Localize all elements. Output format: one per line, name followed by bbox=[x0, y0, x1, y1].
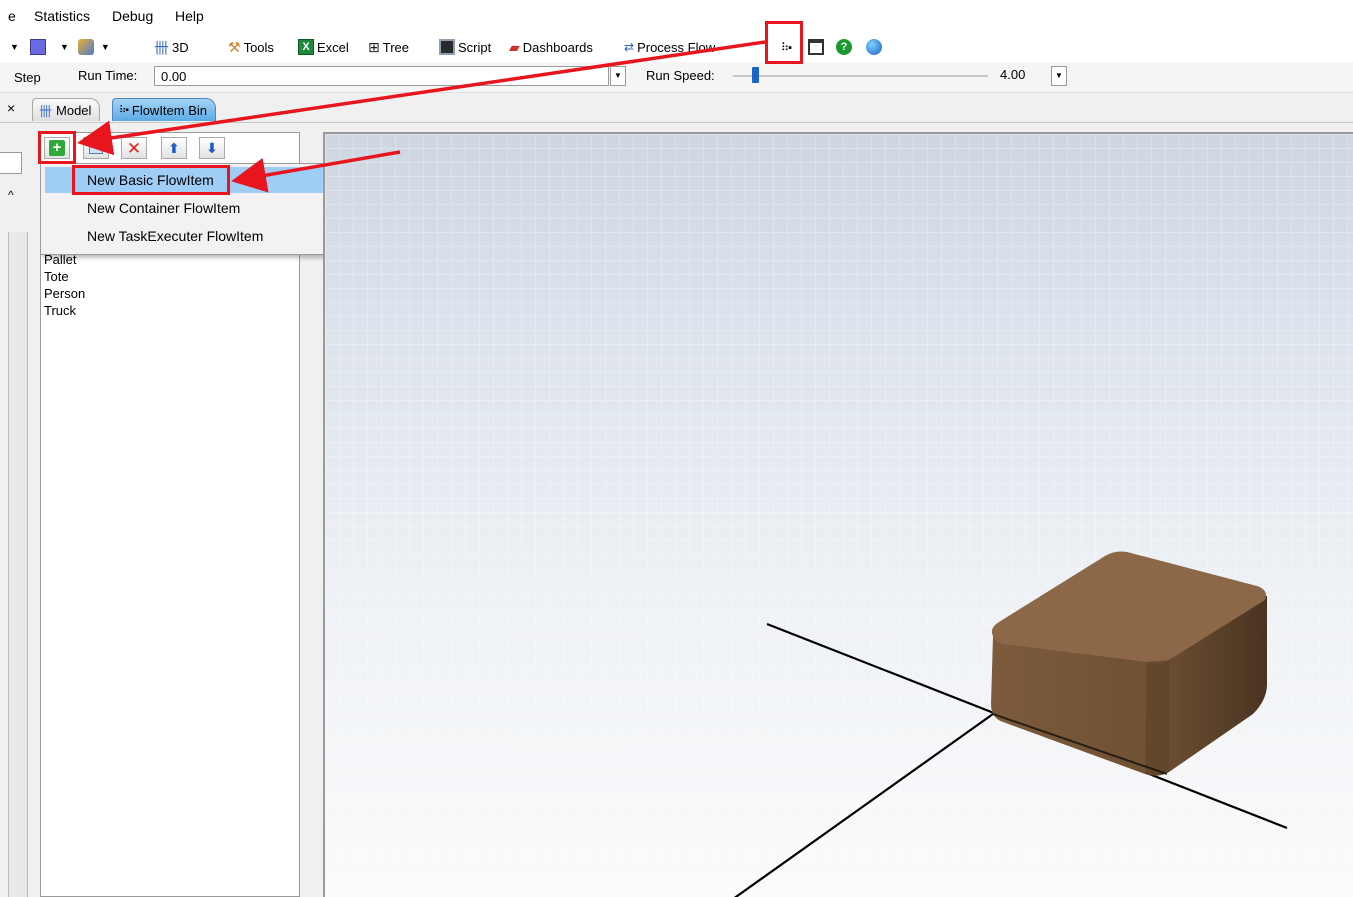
highlight-add-button bbox=[38, 131, 76, 164]
script-icon bbox=[439, 39, 455, 55]
view-icon bbox=[77, 39, 94, 55]
close-panel-icon[interactable]: × bbox=[7, 100, 15, 116]
tab-bar: × 卌 Model ⠷▪ FlowItem Bin bbox=[0, 94, 1353, 123]
tools-icon: ⚒ bbox=[228, 38, 241, 55]
color-square-icon bbox=[29, 39, 46, 55]
tab-model[interactable]: 卌 Model bbox=[32, 98, 101, 121]
run-speed-label: Run Speed: bbox=[646, 68, 715, 83]
menu-item-debug[interactable]: Debug bbox=[112, 8, 153, 24]
list-item[interactable]: Truck bbox=[44, 302, 76, 319]
highlight-flowitem-bin-button bbox=[765, 21, 803, 64]
menu-item-new-container-flowitem[interactable]: New Container FlowItem bbox=[45, 195, 344, 221]
btn-excel[interactable]: X Excel bbox=[298, 36, 349, 58]
dashboard-icon: ▰ bbox=[509, 38, 520, 55]
btn-3d[interactable]: 卌 3D bbox=[154, 36, 189, 58]
window-icon bbox=[808, 39, 824, 55]
chevron-down-icon: ▼ bbox=[60, 42, 69, 52]
grid-icon: 卌 bbox=[39, 103, 53, 119]
btn-help[interactable]: ? bbox=[836, 36, 852, 58]
tree-icon: ⊞ bbox=[368, 38, 380, 55]
move-down-button[interactable]: ⬇ bbox=[199, 137, 225, 159]
move-up-button[interactable]: ⬆ bbox=[161, 137, 187, 159]
run-time-label: Run Time: bbox=[78, 68, 138, 83]
flowitem-bin-icon: ⠷▪ bbox=[119, 104, 129, 116]
excel-icon: X bbox=[298, 39, 314, 55]
chevron-down-icon: ▼ bbox=[614, 71, 622, 80]
chevron-down-icon: ▼ bbox=[1055, 71, 1063, 80]
menu-item-statistics[interactable]: Statistics bbox=[34, 8, 90, 24]
viewport-scene bbox=[325, 134, 1353, 897]
arrow-down-icon: ⬇ bbox=[206, 139, 218, 156]
btn-script[interactable]: Script bbox=[439, 36, 491, 58]
main-toolbar: ▼ ▼ ▼ 卌 3D ⚒ Tools X Excel ⊞ Tree Script… bbox=[0, 32, 1353, 62]
tab-flowitem-bin[interactable]: ⠷▪ FlowItem Bin bbox=[112, 98, 217, 121]
highlight-new-basic-flowitem bbox=[72, 165, 230, 195]
btn-online[interactable] bbox=[866, 36, 882, 58]
dropdown-toggle-2[interactable]: ▼ ▼ bbox=[60, 36, 110, 58]
globe-icon bbox=[866, 39, 882, 55]
collapsed-field[interactable] bbox=[0, 152, 22, 174]
duplicate-flowitem-button[interactable] bbox=[83, 137, 109, 159]
dropdown-toggle-1[interactable]: ▼ bbox=[10, 36, 46, 58]
list-item[interactable]: Person bbox=[44, 285, 85, 302]
menu-bar: e Statistics Debug Help bbox=[0, 0, 1353, 32]
list-item[interactable]: Tote bbox=[44, 268, 69, 285]
arrow-up-icon: ⬆ bbox=[168, 139, 180, 156]
btn-window[interactable] bbox=[808, 36, 824, 58]
run-speed-value: 4.00 bbox=[1000, 67, 1026, 82]
run-speed-dropdown[interactable]: ▼ bbox=[1051, 66, 1067, 86]
run-speed-track bbox=[733, 75, 988, 77]
floor-grid bbox=[325, 134, 1353, 897]
process-flow-icon: ⇄ bbox=[624, 40, 635, 54]
delete-icon: ✕ bbox=[126, 138, 142, 158]
run-bar: Step Run Time: 0.00 ▼ Run Speed: 4.00 ▼ bbox=[0, 62, 1353, 93]
3d-viewport[interactable] bbox=[323, 132, 1353, 897]
menu-item-help[interactable]: Help bbox=[175, 8, 204, 24]
help-icon: ? bbox=[836, 39, 852, 55]
btn-tree[interactable]: ⊞ Tree bbox=[368, 36, 409, 58]
run-speed-slider[interactable] bbox=[752, 67, 759, 83]
run-time-value: 0.00 bbox=[161, 69, 187, 84]
step-button[interactable]: Step bbox=[14, 70, 41, 85]
btn-tools[interactable]: ⚒ Tools bbox=[228, 36, 274, 58]
menu-item-file[interactable]: e bbox=[8, 8, 16, 24]
delete-flowitem-button[interactable]: ✕ bbox=[121, 137, 147, 159]
grid-icon: 卌 bbox=[154, 39, 170, 57]
run-time-dropdown[interactable]: ▼ bbox=[610, 66, 626, 86]
btn-process-flow[interactable]: ⇄ Process Flow bbox=[624, 36, 715, 58]
chevron-up-icon[interactable]: ^ bbox=[8, 188, 14, 202]
chevron-down-icon: ▼ bbox=[10, 42, 19, 52]
run-time-field[interactable]: 0.00 bbox=[154, 66, 609, 86]
chevron-down-icon: ▼ bbox=[100, 42, 110, 52]
btn-dashboards[interactable]: ▰ Dashboards bbox=[509, 36, 593, 58]
left-side-strip bbox=[8, 232, 28, 897]
duplicate-icon bbox=[89, 142, 103, 154]
menu-item-new-taskexecuter-flowitem[interactable]: New TaskExecuter FlowItem bbox=[45, 223, 344, 249]
